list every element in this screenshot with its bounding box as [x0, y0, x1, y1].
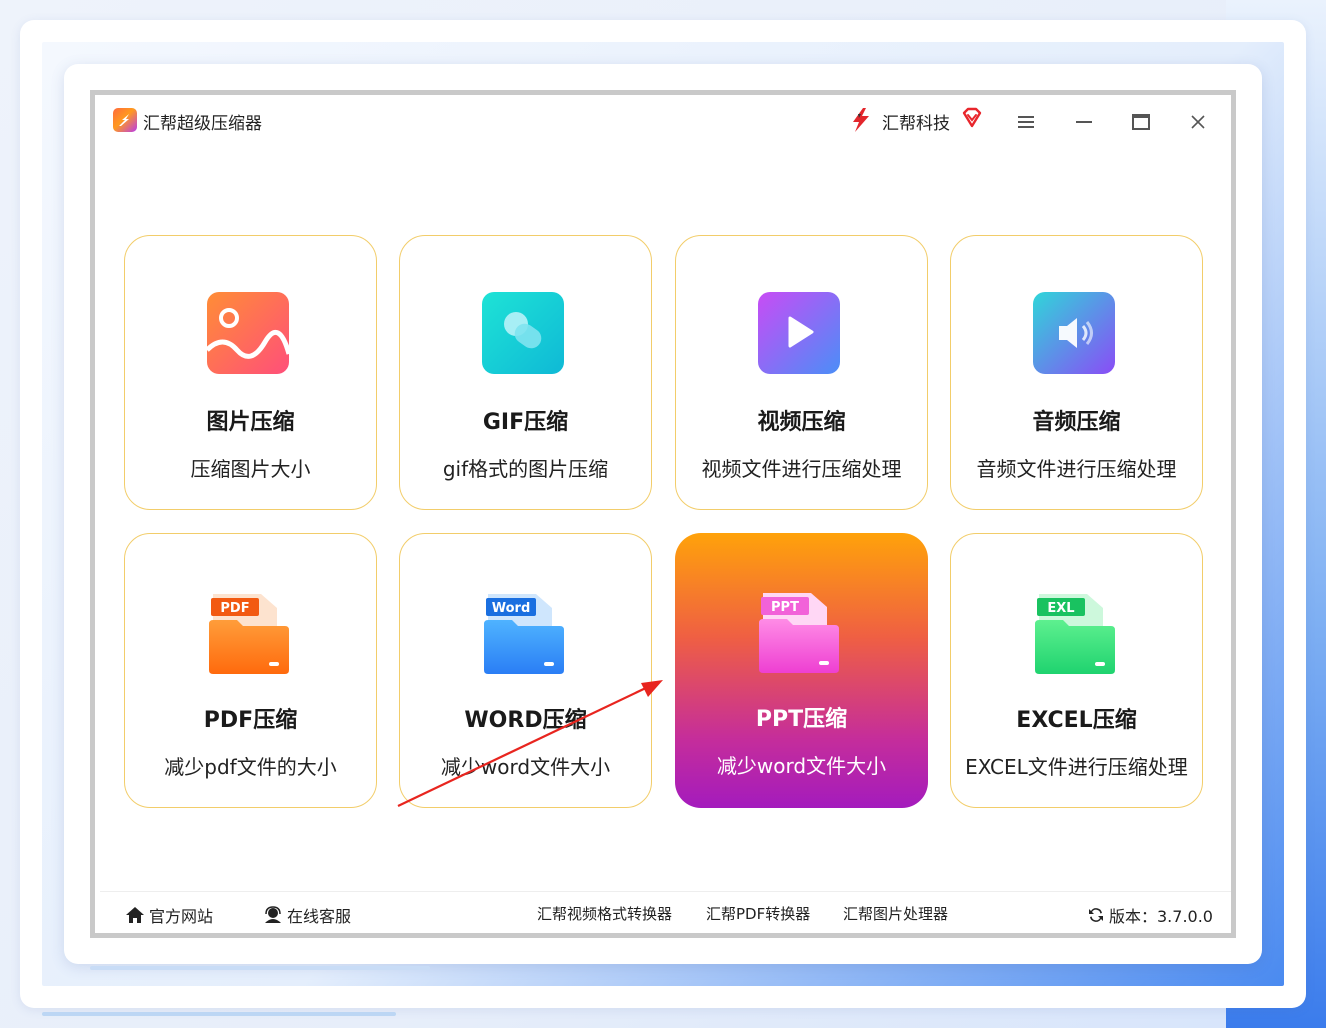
tile-badge: PPT	[771, 600, 799, 615]
tile-subtitle: 压缩图片大小	[190, 457, 311, 481]
tile-ppt-compress[interactable]: PPT PPT压缩 减少word文件大小	[675, 533, 928, 808]
tile-title: PDF压缩	[203, 708, 298, 733]
version-label: 版本：3.7.0.0	[1109, 907, 1213, 926]
online-service-label: 在线客服	[287, 907, 352, 926]
tile-subtitle: EXCEL文件进行压缩处理	[965, 755, 1188, 779]
version-info[interactable]: 版本：3.7.0.0	[1087, 903, 1213, 927]
decoration-line	[42, 1012, 396, 1016]
pdf-folder-icon: PDF	[209, 594, 289, 674]
tile-title: 音频压缩	[1032, 410, 1121, 435]
tile-title: EXCEL压缩	[1016, 708, 1137, 733]
home-icon	[126, 907, 144, 923]
vip-diamond-icon[interactable]	[961, 107, 983, 129]
tile-title: 图片压缩	[206, 410, 295, 435]
video-converter-link[interactable]: 汇帮视频格式转换器	[537, 903, 672, 924]
tile-subtitle: 减少pdf文件的大小	[164, 755, 337, 779]
ppt-folder-icon: PPT	[759, 593, 839, 673]
customer-service-icon	[265, 906, 281, 923]
tile-badge: EXL	[1047, 601, 1074, 616]
video-play-icon	[758, 292, 840, 374]
tile-word-compress[interactable]: Word WORD压缩 减少word文件大小	[399, 533, 652, 808]
tile-title: PPT压缩	[755, 707, 848, 732]
excel-folder-icon: EXL	[1035, 594, 1115, 674]
online-service-link[interactable]: 在线客服	[263, 903, 351, 927]
tile-gif-compress[interactable]: GIF压缩 gif格式的图片压缩	[399, 235, 652, 510]
tile-badge: Word	[492, 601, 531, 616]
audio-speaker-icon	[1033, 292, 1115, 374]
word-folder-icon: Word	[484, 594, 564, 674]
tile-title: WORD压缩	[464, 708, 587, 733]
tile-title: 视频压缩	[757, 410, 846, 435]
tile-subtitle: 音频文件进行压缩处理	[976, 457, 1177, 481]
title-bar[interactable]: 汇帮超级压缩器 汇帮科技	[95, 95, 1231, 151]
brand-logo-icon	[853, 108, 869, 132]
decoration-line	[90, 966, 430, 970]
tile-audio-compress[interactable]: 音频压缩 音频文件进行压缩处理	[950, 235, 1203, 510]
tile-excel-compress[interactable]: EXL EXCEL压缩 EXCEL文件进行压缩处理	[950, 533, 1203, 808]
pdf-converter-link[interactable]: 汇帮PDF转换器	[706, 903, 810, 924]
gif-icon	[482, 292, 564, 374]
tile-image-compress[interactable]: 图片压缩 压缩图片大小	[124, 235, 377, 510]
close-icon[interactable]	[1183, 107, 1213, 137]
footer-bar: 官方网站 在线客服 汇帮视频格式转换器 汇帮PDF转换器 汇帮图片处理器 版本：…	[100, 891, 1231, 936]
official-site-link[interactable]: 官方网站	[125, 903, 213, 927]
image-icon	[205, 292, 292, 374]
minimize-icon[interactable]	[1069, 107, 1099, 137]
tile-subtitle: gif格式的图片压缩	[442, 457, 609, 481]
brand-name: 汇帮科技	[882, 114, 950, 134]
tile-badge: PDF	[220, 601, 249, 616]
tile-video-compress[interactable]: 视频压缩 视频文件进行压缩处理	[675, 235, 928, 510]
tile-title: GIF压缩	[482, 410, 569, 435]
official-site-label: 官方网站	[149, 907, 214, 926]
app-window: 汇帮超级压缩器 汇帮科技 图片压缩 压缩图片大小 GIF压缩 gif格式的图片压…	[90, 90, 1236, 938]
menu-icon[interactable]	[1011, 107, 1041, 137]
app-logo-icon	[113, 108, 137, 132]
app-title: 汇帮超级压缩器	[143, 114, 262, 134]
image-processor-link[interactable]: 汇帮图片处理器	[843, 903, 948, 924]
tile-pdf-compress[interactable]: PDF PDF压缩 减少pdf文件的大小	[124, 533, 377, 808]
maximize-icon[interactable]	[1126, 107, 1156, 137]
tile-subtitle: 视频文件进行压缩处理	[701, 457, 902, 481]
refresh-icon	[1089, 908, 1103, 922]
tile-subtitle: 减少word文件大小	[440, 755, 611, 779]
tile-subtitle: 减少word文件大小	[716, 754, 887, 778]
